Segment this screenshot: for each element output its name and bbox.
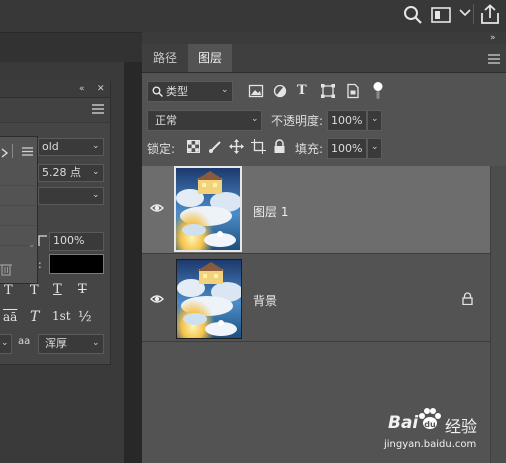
panel-menu-icon[interactable]: [488, 54, 500, 64]
chevron-down-icon: ⌄: [92, 141, 100, 151]
collapse-panel-icon[interactable]: «: [79, 84, 85, 94]
watermark-brand: Bai: [388, 413, 419, 433]
scroll-down-icon[interactable]: ⌄: [28, 240, 36, 250]
lock-position-icon[interactable]: [229, 139, 244, 154]
collapse-panel-icon[interactable]: »: [490, 33, 496, 43]
chevron-down-icon: ⌄: [221, 85, 229, 95]
ordinals-label: 1st: [52, 309, 71, 323]
swash-button[interactable]: T: [30, 309, 39, 325]
popup-menu-icon[interactable]: [22, 147, 33, 156]
tab-layers[interactable]: 图层: [188, 44, 232, 72]
close-panel-icon[interactable]: ✕: [97, 84, 105, 94]
shape-filter-icon[interactable]: [320, 83, 338, 101]
lock-all-icon[interactable]: [273, 139, 286, 154]
tab-paths-label: 路径: [152, 51, 177, 65]
watermark-url: jingyan.baidu.com: [384, 439, 477, 450]
divider: [12, 144, 13, 158]
fractions-button[interactable]: ½: [78, 309, 92, 325]
lock-label: 锁定:: [147, 142, 176, 156]
layers-scrollbar[interactable]: [490, 166, 506, 463]
adjustment-filter-icon[interactable]: [272, 83, 290, 101]
list-item[interactable]: [0, 206, 36, 226]
layer-name[interactable]: 图层 1: [253, 203, 288, 220]
image-filter-icon[interactable]: [248, 83, 266, 101]
character-panel-header: [0, 81, 110, 98]
layer-name[interactable]: 背景: [253, 292, 277, 309]
search-icon: [152, 86, 163, 97]
chevron-down-icon: ⌄: [92, 167, 100, 177]
text-color-swatch[interactable]: [49, 254, 104, 274]
anti-alias-value: 浑厚: [45, 337, 67, 350]
watermark-jingyan: 经验: [445, 417, 478, 436]
visibility-eye-icon[interactable]: [150, 203, 164, 213]
search-icon[interactable]: [402, 4, 424, 26]
vertical-scale-value: 100%: [53, 234, 85, 247]
visibility-eye-icon[interactable]: [150, 294, 164, 304]
tab-paths[interactable]: 路径: [146, 44, 184, 72]
panel-dock-header: [142, 32, 506, 44]
vertical-scale-field[interactable]: 100%: [49, 232, 104, 251]
chevron-down-icon: ⌄: [371, 114, 379, 124]
chevron-down-icon: ⌄: [92, 338, 100, 348]
text-filter-icon[interactable]: T: [297, 83, 307, 98]
canvas-edge: [124, 62, 142, 463]
lock-icon: [462, 292, 473, 305]
faux-italic-button[interactable]: T: [4, 283, 13, 298]
chevron-down-icon[interactable]: [459, 9, 471, 17]
chevron-down-icon: ⌄: [92, 190, 100, 200]
panel-menu-icon[interactable]: [92, 104, 104, 114]
anti-alias-icon: aa: [18, 336, 30, 347]
chevron-down-icon: ⌄: [371, 142, 379, 152]
opacity-value: 100%: [331, 114, 363, 127]
ordinals-button[interactable]: 1st: [52, 309, 71, 323]
font-size-value: 5.28 点: [42, 166, 81, 179]
strikethrough-button[interactable]: T: [78, 282, 87, 297]
list-item[interactable]: [0, 166, 36, 186]
smart-object-filter-icon[interactable]: [345, 83, 363, 101]
trash-icon[interactable]: [0, 262, 12, 276]
lock-transparent-pixels-icon[interactable]: [187, 140, 200, 153]
chevron-down-icon: ⌄: [1, 338, 9, 348]
workspace-icon[interactable]: [431, 6, 453, 28]
anti-alias-icon-label: aa: [18, 336, 31, 347]
paw-logo-icon: du: [417, 406, 443, 432]
subscript-caps-button[interactable]: T: [30, 283, 39, 298]
chevron-right-icon[interactable]: [0, 148, 10, 158]
opacity-field[interactable]: 100%: [327, 110, 367, 131]
small-caps-label: aā: [3, 310, 18, 324]
layer-filter-value: 类型: [166, 85, 188, 98]
fill-label: 填充:: [295, 142, 324, 156]
share-icon[interactable]: [479, 4, 501, 26]
fractions-label: ½: [78, 309, 92, 325]
small-caps-button[interactable]: aā: [3, 310, 17, 324]
fill-field[interactable]: 100%: [327, 138, 367, 159]
font-style-value: old: [42, 140, 59, 153]
color-label: :: [38, 258, 42, 271]
underline-button[interactable]: T: [53, 282, 62, 297]
layer-thumbnail[interactable]: [174, 166, 242, 252]
layer-thumbnail[interactable]: [176, 259, 242, 339]
blend-mode-value: 正常: [155, 114, 177, 127]
fill-value: 100%: [331, 142, 363, 155]
lock-artboard-icon[interactable]: [251, 139, 266, 154]
vertical-scale-icon: [38, 233, 48, 247]
toolbar-divider: [473, 4, 474, 24]
list-item[interactable]: [0, 186, 36, 206]
chevron-down-icon: ⌄: [251, 114, 259, 124]
lock-image-pixels-icon[interactable]: [208, 139, 223, 154]
opacity-label: 不透明度:: [271, 114, 324, 128]
svg-text:du: du: [424, 420, 436, 429]
blend-mode-select[interactable]: 正常: [147, 110, 262, 131]
tab-layers-label: 图层: [197, 51, 222, 65]
filter-toggle-switch[interactable]: [372, 81, 384, 101]
